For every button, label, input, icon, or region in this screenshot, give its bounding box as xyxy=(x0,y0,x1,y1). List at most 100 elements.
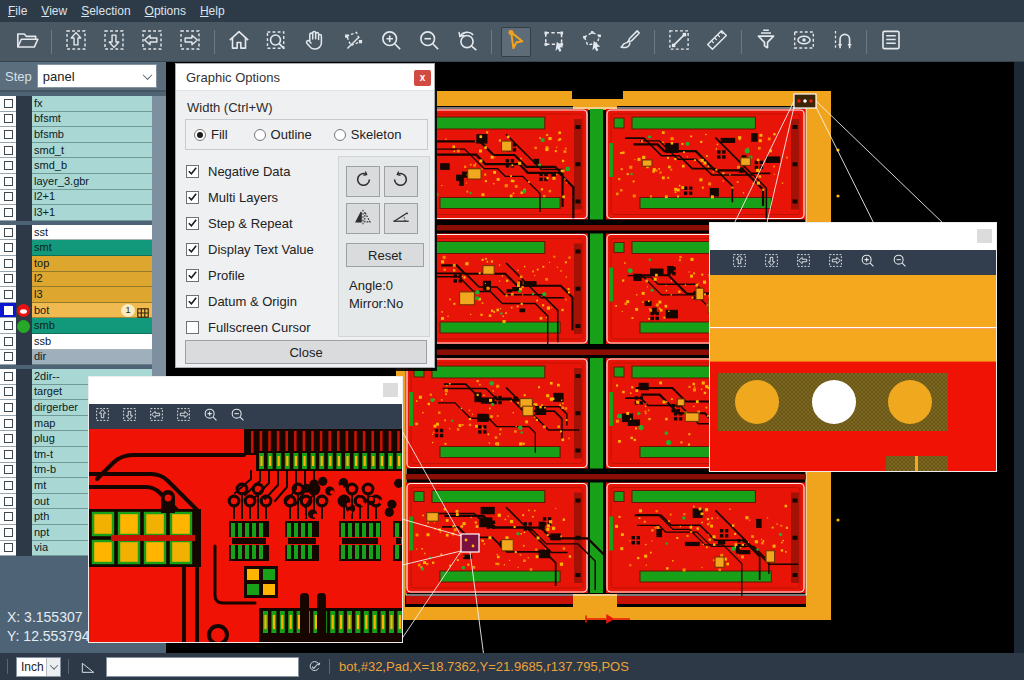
layer-row-l3+1[interactable]: l3+1 xyxy=(0,205,152,221)
layer-name-cell[interactable]: top xyxy=(32,256,152,272)
layer-checkbox[interactable] xyxy=(0,416,16,432)
pcb-board[interactable] xyxy=(406,358,588,469)
zoom-out-button[interactable] xyxy=(890,254,908,272)
layer-checkbox[interactable] xyxy=(0,400,16,416)
dialog-checkbox-multi-layers[interactable]: Multi Layers xyxy=(186,184,314,210)
layer-row-fx[interactable]: fx xyxy=(0,96,152,112)
home-button[interactable] xyxy=(224,27,254,57)
pan-up-box-button[interactable] xyxy=(93,408,111,426)
layer-name-cell[interactable]: l3 xyxy=(32,287,152,303)
snap-magnet-button[interactable] xyxy=(827,27,857,57)
layer-name-cell[interactable]: smd_b xyxy=(32,158,152,174)
layer-checkbox[interactable] xyxy=(0,385,16,401)
angle-measure-icon[interactable] xyxy=(80,659,96,675)
dialog-checkbox-display-text-value[interactable]: Display Text Value xyxy=(186,236,314,262)
rotate-cw-button[interactable] xyxy=(346,166,380,197)
select-polygon-button[interactable] xyxy=(577,27,607,57)
select-rectangle-button[interactable] xyxy=(539,27,569,57)
unit-select[interactable]: Inch xyxy=(16,657,61,677)
zoom-in-button[interactable] xyxy=(858,254,876,272)
canvas-vertical-scrollbar[interactable] xyxy=(1014,62,1024,653)
layer-checkbox[interactable] xyxy=(0,369,16,385)
layer-name-cell[interactable]: l2+1 xyxy=(32,190,152,206)
layer-row-bot[interactable]: bot1 xyxy=(0,303,152,319)
pcb-board[interactable] xyxy=(606,483,805,597)
select-pointer-button[interactable] xyxy=(501,27,531,57)
open-folder-button[interactable] xyxy=(12,27,42,57)
layer-checkbox[interactable] xyxy=(0,225,16,241)
view-eye-button[interactable] xyxy=(789,27,819,57)
layer-row-smd_t[interactable]: smd_t xyxy=(0,143,152,159)
layer-row-smt[interactable]: smt xyxy=(0,240,152,256)
layer-name-cell[interactable]: ssb xyxy=(32,334,152,350)
pan-up-box-button[interactable] xyxy=(61,27,91,57)
command-input[interactable] xyxy=(106,657,299,677)
layer-row-l3[interactable]: l3 xyxy=(0,287,152,303)
layer-checkbox[interactable] xyxy=(0,174,16,190)
menu-options[interactable]: Options xyxy=(138,4,193,18)
layer-row-bfsmb[interactable]: bfsmb xyxy=(0,127,152,143)
layer-row-l2+1[interactable]: l2+1 xyxy=(0,190,152,206)
sync-check-icon[interactable] xyxy=(307,659,322,674)
chevron-down-icon[interactable] xyxy=(139,65,156,87)
popup-button-icon[interactable] xyxy=(383,383,398,397)
pan-up-box-button[interactable] xyxy=(730,254,748,272)
pan-left-box-button[interactable] xyxy=(137,27,167,57)
layer-row-smb[interactable]: smb xyxy=(0,318,152,334)
layer-checkbox[interactable] xyxy=(0,494,16,510)
layer-name-cell[interactable]: sst xyxy=(32,225,152,241)
layer-checkbox[interactable] xyxy=(0,112,16,128)
layer-checkbox[interactable] xyxy=(0,158,16,174)
layer-name-cell[interactable]: smb xyxy=(32,318,152,334)
layer-checkbox[interactable] xyxy=(0,240,16,256)
menu-help[interactable]: Help xyxy=(193,4,232,18)
layer-name-cell[interactable]: fx xyxy=(32,96,152,112)
zoom-window-button[interactable] xyxy=(262,27,292,57)
dialog-checkbox-negative-data[interactable]: Negative Data xyxy=(186,158,314,184)
close-button[interactable]: Close xyxy=(185,340,427,364)
pan-down-box-button[interactable] xyxy=(120,408,138,426)
pcb-board[interactable] xyxy=(606,109,805,220)
dialog-close-button[interactable]: x xyxy=(414,70,431,86)
zoom-in-button[interactable] xyxy=(376,27,406,57)
reset-button[interactable]: Reset xyxy=(346,243,424,267)
layer-checkbox[interactable] xyxy=(0,541,16,557)
layer-name-cell[interactable]: bot1 xyxy=(32,303,152,319)
pcb-board[interactable] xyxy=(406,483,605,594)
zoom-popup-left-content[interactable] xyxy=(89,429,402,642)
layer-row-l2[interactable]: l2 xyxy=(0,272,152,288)
layer-checkbox[interactable] xyxy=(0,190,16,206)
layer-row-layer_3.gbr[interactable]: layer_3.gbr xyxy=(0,174,152,190)
layer-name-cell[interactable]: bfsmt xyxy=(32,112,152,128)
layer-checkbox[interactable] xyxy=(0,96,16,112)
zoom-popup-left-titlebar[interactable] xyxy=(89,377,402,404)
pan-left-box-button[interactable] xyxy=(794,254,812,272)
pan-right-box-button[interactable] xyxy=(175,27,205,57)
popup-button-icon[interactable] xyxy=(977,229,992,243)
ruler-button[interactable] xyxy=(702,27,732,57)
zoom-shape-button[interactable] xyxy=(338,27,368,57)
layer-name-cell[interactable]: l3+1 xyxy=(32,205,152,221)
radio-skeleton[interactable]: Skeleton xyxy=(334,127,402,142)
zoom-popup-right[interactable] xyxy=(709,222,997,472)
layer-checkbox[interactable] xyxy=(0,478,16,494)
zoom-in-button[interactable] xyxy=(201,408,219,426)
layer-name-cell[interactable]: bfsmb xyxy=(32,127,152,143)
layer-name-cell[interactable]: layer_3.gbr xyxy=(32,174,152,190)
menu-selection[interactable]: Selection xyxy=(74,4,137,18)
layer-checkbox[interactable] xyxy=(0,303,16,319)
layer-checkbox[interactable] xyxy=(0,525,16,541)
layer-row-ssb[interactable]: ssb xyxy=(0,334,152,350)
zoom-out-button[interactable] xyxy=(228,408,246,426)
layer-name-cell[interactable]: l2 xyxy=(32,272,152,288)
layer-checkbox[interactable] xyxy=(0,447,16,463)
report-button[interactable] xyxy=(876,27,906,57)
zoom-previous-button[interactable] xyxy=(452,27,482,57)
pan-right-box-button[interactable] xyxy=(826,254,844,272)
layer-checkbox[interactable] xyxy=(0,509,16,525)
radio-outline[interactable]: Outline xyxy=(254,127,312,142)
layer-row-smd_b[interactable]: smd_b xyxy=(0,158,152,174)
layer-row-dir[interactable]: dir xyxy=(0,350,152,366)
pan-hand-button[interactable] xyxy=(300,27,330,57)
dialog-checkbox-profile[interactable]: Profile xyxy=(186,262,314,288)
